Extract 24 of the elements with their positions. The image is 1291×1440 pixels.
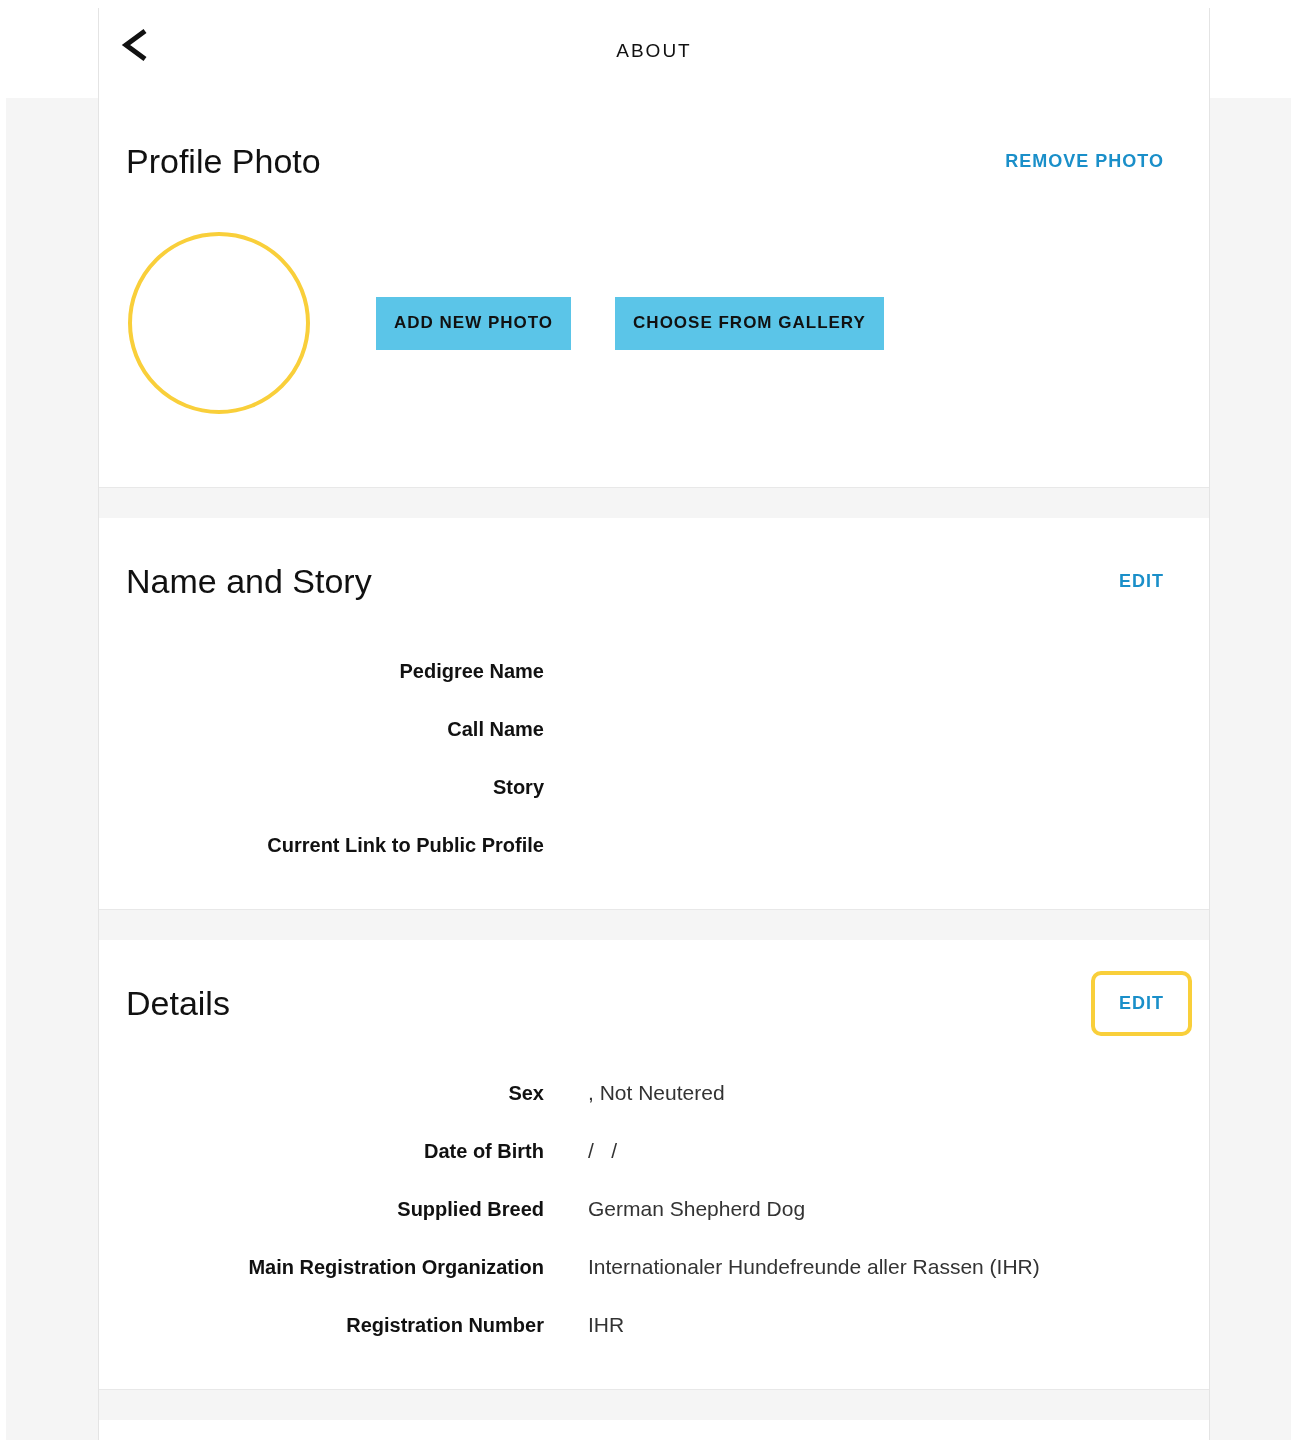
field-label: Pedigree Name xyxy=(398,659,544,683)
remove-photo-link[interactable]: REMOVE PHOTO xyxy=(977,128,1192,194)
field-value: German Shepherd Dog xyxy=(588,1197,806,1221)
field-label: Sex xyxy=(507,1081,544,1105)
edit-link[interactable]: EDIT xyxy=(1091,970,1192,1036)
field-value: Internationaler Hundefreunde aller Rassen (IHR) xyxy=(588,1255,1040,1279)
edit-link[interactable]: EDIT xyxy=(1091,548,1192,614)
field-label: Supplied Breed xyxy=(396,1197,544,1221)
field-label: Story xyxy=(491,775,544,799)
photo-button[interactable]: CHOOSE FROM GALLERY xyxy=(615,296,884,350)
field-value: IHR xyxy=(588,1313,625,1337)
field-label: Registration Number xyxy=(345,1313,544,1337)
back-icon[interactable] xyxy=(121,28,149,62)
page-title: ABOUT xyxy=(616,40,692,62)
field-value: / / xyxy=(588,1139,618,1163)
section-title: Profile Photo xyxy=(126,141,321,181)
field-label: Date of Birth xyxy=(423,1139,544,1163)
section-title: Name and Story xyxy=(126,561,372,601)
field-value: , Not Neutered xyxy=(588,1081,725,1105)
field-label: Main Registration Organization xyxy=(247,1255,544,1279)
section-title: Details xyxy=(126,983,230,1023)
field-label: Current Link to Public Profile xyxy=(266,833,544,857)
photo-button[interactable]: ADD NEW PHOTO xyxy=(376,296,572,350)
field-label: Call Name xyxy=(446,717,544,741)
